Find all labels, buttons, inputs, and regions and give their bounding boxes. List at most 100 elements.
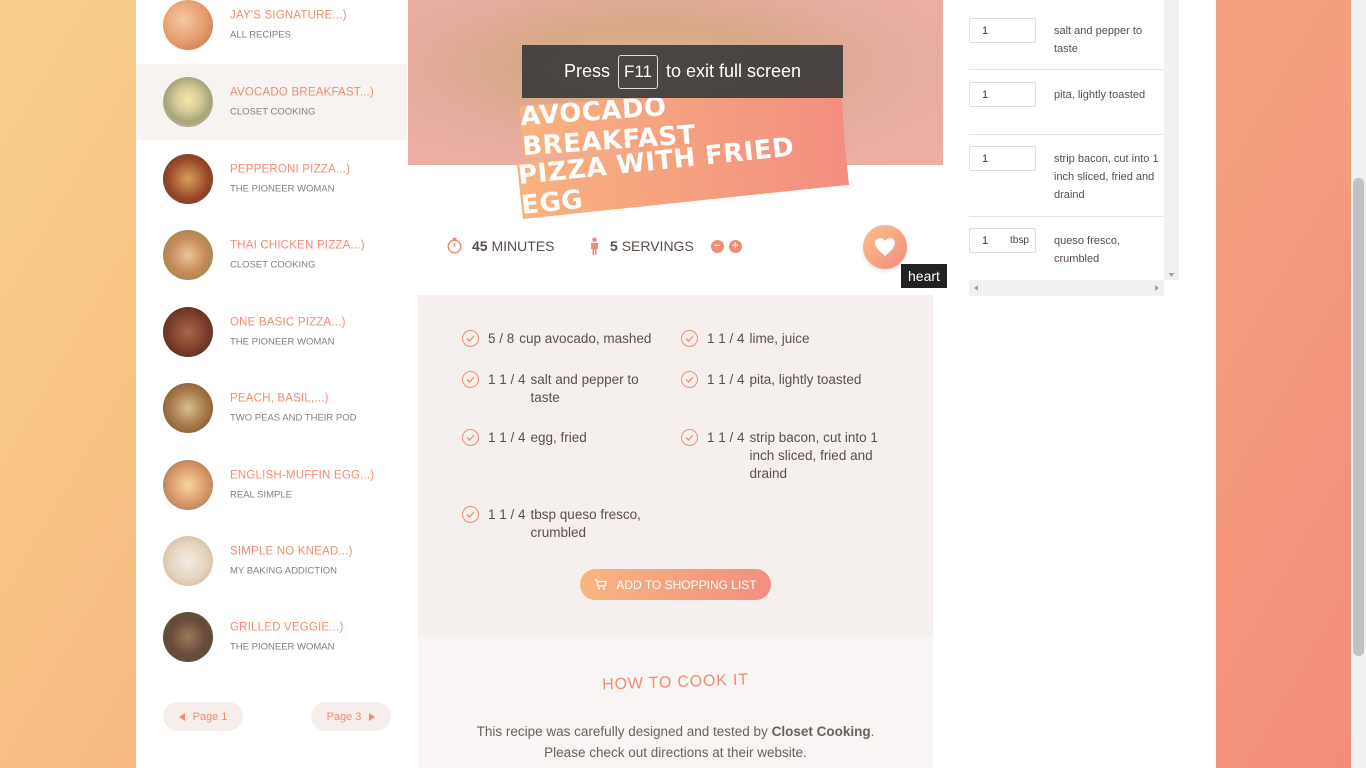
add-to-shopping-list-label: ADD TO SHOPPING LIST — [616, 577, 757, 592]
shopping-list-row: 1 tbsp queso fresco, crumbled — [969, 217, 1164, 281]
servings: 5 SERVINGS − + — [588, 237, 742, 255]
quantity-input[interactable]: 1 tbsp — [969, 228, 1036, 253]
fullscreen-exit-toast: Press F11 to exit full screen — [522, 45, 843, 98]
next-page-label: Page 3 — [326, 710, 362, 723]
shopping-list-row: 1 salt and pepper to taste — [969, 6, 1164, 70]
recipe-sidebar: JAY'S SIGNATURE...) ALL RECIPES AVOCADO … — [136, 0, 407, 768]
recipe-source: MY BAKING ADDICTION — [230, 565, 337, 577]
author-link[interactable]: Closet Cooking — [772, 724, 871, 739]
shopping-list-row: 1 strip bacon, cut into 1 inch sliced, f… — [969, 135, 1164, 217]
f11-key: F11 — [617, 54, 658, 89]
add-to-shopping-list-button[interactable]: ADD TO SHOPPING LIST — [580, 569, 771, 600]
recipe-thumbnail — [163, 612, 213, 662]
recipe-list-item[interactable]: THAI CHICKEN PIZZA...) CLOSET COOKING — [136, 217, 407, 293]
arrow-left-icon — [178, 712, 185, 721]
recipe-title: PEPPERONI PIZZA...) — [230, 163, 351, 176]
recipe-thumbnail — [163, 77, 213, 127]
scroll-left-arrow-icon[interactable] — [971, 280, 981, 296]
recipe-source: CLOSET COOKING — [230, 106, 316, 118]
recipe-thumbnail — [163, 536, 213, 586]
prev-page-button[interactable]: Page 1 — [163, 702, 243, 731]
recipe-list-item-active[interactable]: AVOCADO BREAKFAST...) CLOSET COOKING — [136, 64, 407, 140]
check-icon — [462, 429, 479, 446]
shopping-list-row: 1 pita, lightly toasted — [969, 71, 1164, 135]
cook-time: 45 MINUTES — [446, 237, 554, 254]
ingredient-item[interactable]: 1 1 / 4 pita, lightly toasted — [681, 371, 885, 389]
ingredient-item[interactable]: 1 1 / 4 salt and pepper to taste — [462, 371, 649, 407]
recipe-title: AVOCADO BREAKFAST...) — [230, 86, 374, 99]
page-scrollbar[interactable] — [1351, 0, 1366, 768]
favorite-heart-button[interactable] — [863, 225, 907, 269]
recipe-source: REAL SIMPLE — [230, 489, 292, 501]
recipe-list-item[interactable]: PEACH, BASIL,...) TWO PEAS AND THEIR POD — [136, 370, 407, 446]
quantity-input[interactable]: 1 — [969, 146, 1036, 171]
ingredient-item[interactable]: 1 1 / 4 tbsp queso fresco, crumbled — [462, 506, 649, 542]
next-page-button[interactable]: Page 3 — [311, 702, 391, 731]
panel-horizontal-scrollbar[interactable] — [969, 280, 1164, 296]
recipe-thumbnail — [163, 230, 213, 280]
recipe-thumbnail — [163, 307, 213, 357]
ingredient-item[interactable]: 1 1 / 4 lime, juice — [681, 330, 885, 348]
shopping-item-name: salt and pepper to taste — [1054, 25, 1143, 55]
arrow-right-icon — [369, 712, 376, 721]
check-icon — [462, 371, 479, 388]
shopping-item-name: pita, lightly toasted — [1054, 89, 1146, 101]
person-icon — [591, 237, 598, 255]
how-to-cook-title: HOW TO COOK IT — [601, 671, 750, 694]
check-icon — [681, 330, 698, 347]
recipe-title: GRILLED VEGGIE...) — [230, 621, 344, 634]
recipe-list-item[interactable]: ENGLISH-MUFFIN EGG...) REAL SIMPLE — [136, 447, 407, 523]
quantity-input[interactable]: 1 — [969, 82, 1036, 107]
scroll-right-arrow-icon[interactable] — [1152, 280, 1162, 296]
increase-servings-button[interactable]: + — [728, 239, 742, 253]
recipe-source: ALL RECIPES — [230, 29, 291, 41]
how-to-cook-text: This recipe was carefully designed and t… — [476, 724, 875, 760]
recipe-title: ENGLISH-MUFFIN EGG...) — [230, 469, 375, 482]
servings-unit: SERVINGS — [621, 238, 694, 254]
recipe-list-item[interactable]: GRILLED VEGGIE...) THE PIONEER WOMAN — [136, 599, 407, 675]
scroll-down-arrow-icon[interactable] — [1164, 270, 1179, 280]
recipe-list-item[interactable]: SIMPLE NO KNEAD...) MY BAKING ADDICTION — [136, 523, 407, 599]
how-to-cook-section: HOW TO COOK IT This recipe was carefully… — [418, 636, 933, 768]
recipe-thumbnail — [163, 154, 213, 204]
panel-vertical-scrollbar[interactable] — [1164, 0, 1179, 280]
check-icon — [462, 330, 479, 347]
recipe-thumbnail — [163, 383, 213, 433]
recipe-thumbnail — [163, 0, 213, 50]
check-icon — [462, 506, 479, 523]
heart-tooltip: heart — [901, 264, 947, 288]
recipe-list-item[interactable]: JAY'S SIGNATURE...) ALL RECIPES — [136, 0, 407, 63]
ingredient-item[interactable]: 1 1 / 4 egg, fried — [462, 429, 649, 447]
prev-page-label: Page 1 — [192, 710, 228, 723]
recipe-source: THE PIONEER WOMAN — [230, 336, 335, 348]
shopping-item-name: queso fresco, crumbled — [1054, 235, 1121, 265]
shopping-item-name: strip bacon, cut into 1 inch sliced, fri… — [1054, 153, 1159, 201]
recipe-list-item[interactable]: ONE BASIC PIZZA...) THE PIONEER WOMAN — [136, 294, 407, 370]
stopwatch-icon — [447, 237, 462, 254]
recipe-thumbnail — [163, 460, 213, 510]
check-icon — [681, 429, 698, 446]
shopping-list-panel: 1 salt and pepper to taste 1 pita, light… — [969, 0, 1179, 296]
recipe-source: CLOSET COOKING — [230, 259, 316, 271]
cart-icon — [594, 579, 608, 590]
time-value: 45 — [472, 237, 488, 254]
heart-icon — [875, 238, 895, 256]
recipe-title: THAI CHICKEN PIZZA...) — [230, 239, 365, 252]
recipe-title: SIMPLE NO KNEAD...) — [230, 545, 353, 558]
check-icon — [681, 371, 698, 388]
servings-value: 5 — [610, 238, 618, 254]
quantity-input[interactable]: 1 — [969, 18, 1036, 43]
unit-label: tbsp — [1010, 235, 1029, 246]
recipe-list-item[interactable]: PEPPERONI PIZZA...) THE PIONEER WOMAN — [136, 141, 407, 217]
app-window: JAY'S SIGNATURE...) ALL RECIPES AVOCADO … — [136, 0, 1216, 768]
recipe-title: JAY'S SIGNATURE...) — [230, 9, 347, 22]
recipe-title: PEACH, BASIL,...) — [230, 392, 329, 405]
time-unit: MINUTES — [491, 237, 555, 254]
recipe-source: TWO PEAS AND THEIR POD — [230, 412, 357, 424]
recipe-source: THE PIONEER WOMAN — [230, 641, 335, 653]
decrease-servings-button[interactable]: − — [710, 239, 724, 253]
recipe-source: THE PIONEER WOMAN — [230, 183, 335, 195]
ingredient-item[interactable]: 5 / 8 cup avocado, mashed — [462, 330, 654, 348]
ingredient-item[interactable]: 1 1 / 4 strip bacon, cut into 1 inch sli… — [681, 429, 885, 483]
page-scrollbar-thumb[interactable] — [1353, 178, 1364, 656]
